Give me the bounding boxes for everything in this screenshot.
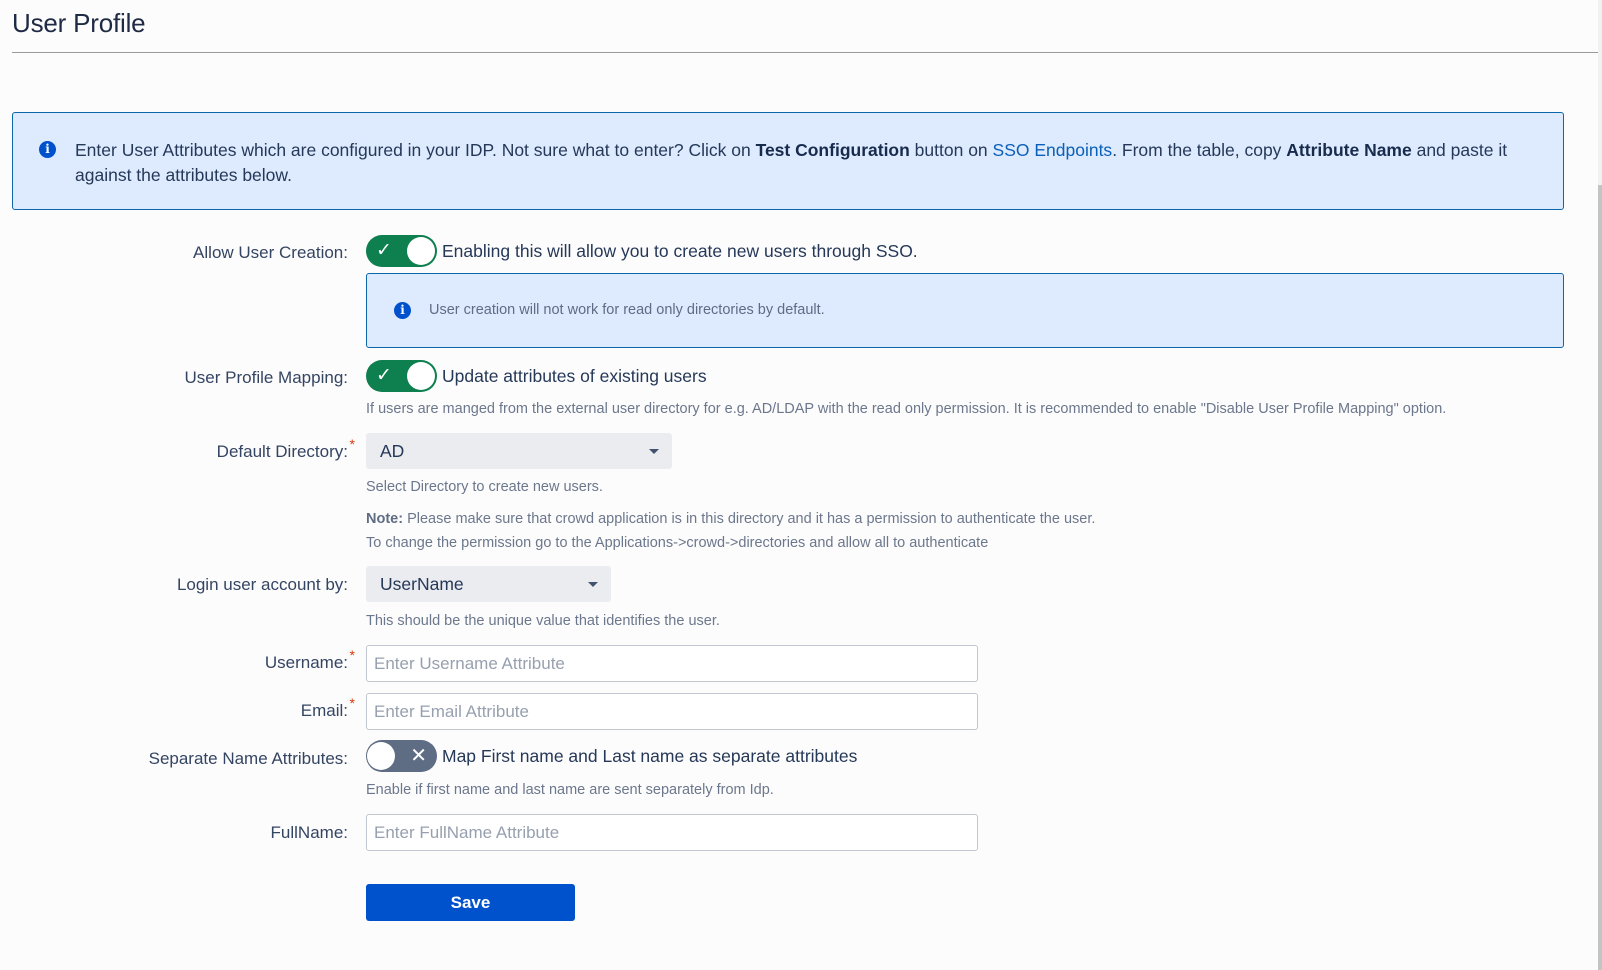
page-title: User Profile [12,8,146,38]
username-input[interactable] [366,645,978,682]
separate-name-attributes-label: Separate Name Attributes: [149,749,348,769]
login-user-account-label: Login user account by: [177,575,348,595]
note-text: Please make sure that crowd application … [403,511,1096,527]
info-banner: i Enter User Attributes which are config… [12,112,1564,210]
default-directory-select[interactable]: AD [366,433,672,469]
check-icon: ✓ [376,365,392,386]
toggle-knob [407,237,435,265]
scrollbar-thumb[interactable] [1598,185,1602,970]
caret-down-icon [588,582,598,587]
title-divider [12,52,1598,53]
info-banner-text: Enter User Attributes which are configur… [75,138,1539,188]
user-profile-mapping-description: Update attributes of existing users [442,366,707,386]
selected-value: AD [380,441,405,461]
caret-down-icon [649,449,659,454]
sso-endpoints-link[interactable]: SSO Endpoints [993,140,1113,160]
info-icon: i [39,141,56,158]
label-text: FullName: [270,823,348,842]
label-text: Username: [264,653,348,672]
fullname-input[interactable] [366,814,978,851]
login-user-account-select[interactable]: UserName [366,566,611,602]
note-label: Note: [366,511,404,527]
user-profile-mapping-help: If users are manged from the external us… [366,401,1447,417]
username-label: Username: * [264,647,355,673]
separate-name-attributes-toggle[interactable]: ✕ [366,740,437,772]
required-mark: * [349,647,355,663]
attribute-name-text: Attribute Name [1286,140,1412,160]
toggle-knob [407,362,435,390]
email-input[interactable] [366,693,978,730]
fullname-label: FullName: [271,823,348,843]
user-creation-notice-text: User creation will not work for read onl… [429,302,825,318]
login-user-account-help: This should be the unique value that ide… [366,613,720,629]
banner-text-part: Enter User Attributes which are configur… [75,140,756,160]
label-text: Email: [300,701,348,720]
info-icon: i [394,302,411,319]
default-directory-note-line2: To change the permission go to the Appli… [366,535,989,551]
user-profile-mapping-toggle[interactable]: ✓ [366,360,437,392]
user-profile-mapping-label: User Profile Mapping: [185,368,348,388]
label-text: Separate Name Attributes: [148,749,348,768]
toggle-knob [367,742,395,770]
email-label: Email: * [300,695,355,721]
default-directory-label: Default Directory: * [216,436,355,462]
cross-icon: ✕ [410,745,427,767]
allow-user-creation-description: Enabling this will allow you to create n… [442,241,918,261]
user-creation-notice: i User creation will not work for read o… [366,273,1564,348]
separate-name-attributes-help: Enable if first name and last name are s… [366,782,774,798]
default-directory-note: Note: Please make sure that crowd applic… [366,511,1095,527]
label-text: Allow User Creation: [193,243,348,262]
allow-user-creation-toggle[interactable]: ✓ [366,235,437,267]
scrollbar[interactable] [1598,0,1602,970]
label-text: User Profile Mapping: [184,368,348,387]
default-directory-help: Select Directory to create new users. [366,479,603,495]
required-mark: * [349,436,355,452]
banner-text-part: . From the table, copy [1112,140,1287,160]
allow-user-creation-label: Allow User Creation: [193,243,348,263]
label-text: Default Directory: [216,442,348,461]
banner-text-part: button on [909,140,993,160]
check-icon: ✓ [376,240,392,261]
test-configuration-text: Test Configuration [755,140,910,160]
required-mark: * [349,695,355,711]
save-button[interactable]: Save [366,884,575,921]
label-text: Login user account by: [176,575,348,594]
separate-name-attributes-description: Map First name and Last name as separate… [442,746,858,766]
selected-value: UserName [380,574,464,594]
